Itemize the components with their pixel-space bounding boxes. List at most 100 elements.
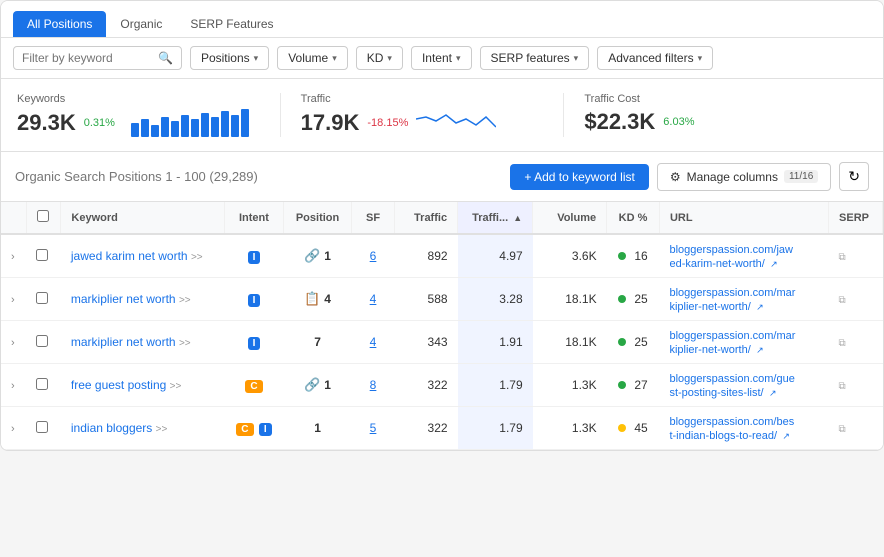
intent-cell: C: [225, 364, 284, 407]
chevron-down-icon: ▾: [332, 53, 337, 64]
url-link[interactable]: bloggerspassion.com/markiplier-net-worth…: [669, 330, 795, 356]
external-link-icon[interactable]: ↗: [756, 345, 764, 355]
col-header-url[interactable]: URL: [659, 202, 828, 234]
intent-filter[interactable]: Intent ▾: [411, 46, 472, 70]
serp-cell: ⧉: [829, 234, 883, 278]
keyword-cell: jawed karim net worth >>: [61, 234, 225, 278]
select-all-checkbox[interactable]: [37, 210, 49, 222]
position-number: 7: [314, 335, 321, 349]
bar: [171, 121, 179, 137]
external-link-icon[interactable]: ↗: [756, 302, 764, 312]
sf-link[interactable]: 4: [370, 335, 377, 349]
url-cell: bloggerspassion.com/markiplier-net-worth…: [659, 321, 828, 364]
row-checkbox[interactable]: [36, 292, 48, 304]
volume-cell: 18.1K: [533, 278, 607, 321]
advanced-filters-button[interactable]: Advanced filters ▾: [597, 46, 713, 70]
chevron-down-icon: ▾: [387, 53, 392, 64]
columns-badge: 11/16: [784, 170, 818, 183]
row-checkbox[interactable]: [36, 335, 48, 347]
row-expand-button[interactable]: ›: [11, 380, 15, 392]
external-link-icon[interactable]: ↗: [769, 388, 777, 398]
row-expand-button[interactable]: ›: [11, 294, 15, 306]
url-link[interactable]: bloggerspassion.com/guest-posting-sites-…: [669, 373, 794, 399]
chevron-down-icon: ▾: [698, 53, 703, 64]
tab-organic[interactable]: Organic: [106, 11, 176, 37]
position-cell: 7: [283, 321, 352, 364]
table-options-button[interactable]: ↻: [839, 162, 869, 191]
external-link-icon[interactable]: ↗: [770, 259, 778, 269]
tab-serp-features[interactable]: SERP Features: [176, 11, 287, 37]
traffic-stat: Traffic 17.9K -18.15%: [301, 93, 565, 137]
traffic-value: 17.9K: [301, 110, 360, 136]
col-header-position[interactable]: Position: [283, 202, 352, 234]
sf-link[interactable]: 4: [370, 292, 377, 306]
keyword-link[interactable]: markiplier net worth >>: [71, 335, 191, 349]
keywords-label: Keywords: [17, 93, 260, 105]
traffic-cell: 588: [394, 278, 457, 321]
manage-columns-button[interactable]: ⚙ Manage columns 11/16: [657, 163, 831, 191]
sf-link[interactable]: 6: [370, 249, 377, 263]
search-input[interactable]: [22, 51, 152, 65]
row-expand-button[interactable]: ›: [11, 337, 15, 349]
col-header-traffic-pct[interactable]: Traffi... ▲: [458, 202, 533, 234]
col-header-keyword[interactable]: Keyword: [61, 202, 225, 234]
keyword-link[interactable]: free guest posting >>: [71, 378, 181, 392]
col-header-volume[interactable]: Volume: [533, 202, 607, 234]
volume-filter[interactable]: Volume ▾: [277, 46, 348, 70]
keyword-link[interactable]: markiplier net worth >>: [71, 292, 191, 306]
add-to-keyword-list-button[interactable]: + Add to keyword list: [510, 164, 648, 190]
intent-filter-label: Intent: [422, 51, 452, 65]
row-checkbox[interactable]: [36, 421, 48, 433]
copy-icon[interactable]: ⧉: [839, 381, 846, 392]
copy-icon[interactable]: ⧉: [839, 252, 846, 263]
col-header-intent[interactable]: Intent: [225, 202, 284, 234]
results-table: Keyword Intent Position SF Traffic Traff…: [1, 202, 883, 450]
url-cell: bloggerspassion.com/jawed-karim-net-wort…: [659, 234, 828, 278]
sf-link[interactable]: 5: [370, 421, 377, 435]
copy-icon[interactable]: ⧉: [839, 295, 846, 306]
tab-all-positions[interactable]: All Positions: [13, 11, 106, 37]
bar: [191, 119, 199, 137]
col-header-traffic[interactable]: Traffic: [394, 202, 457, 234]
intent-cell: I: [225, 278, 284, 321]
serp-features-filter[interactable]: SERP features ▾: [480, 46, 590, 70]
bar: [161, 117, 169, 137]
keyword-cell: markiplier net worth >>: [61, 278, 225, 321]
keyword-link[interactable]: jawed karim net worth >>: [71, 249, 203, 263]
row-checkbox[interactable]: [36, 378, 48, 390]
position-number: 4: [324, 292, 331, 306]
traffic-cell: 322: [394, 407, 457, 450]
traffic-cost-label: Traffic Cost: [584, 93, 827, 105]
keyword-link[interactable]: indian bloggers >>: [71, 421, 167, 435]
url-link[interactable]: bloggerspassion.com/best-indian-blogs-to…: [669, 416, 794, 442]
intent-badge: C: [245, 380, 262, 393]
position-cell: 🔗 1: [283, 234, 352, 278]
table-row: › markiplier net worth >> I 📋 4 4: [1, 278, 883, 321]
row-checkbox[interactable]: [36, 249, 48, 261]
positions-filter[interactable]: Positions ▾: [190, 46, 269, 70]
keywords-stat: Keywords 29.3K 0.31%: [17, 93, 281, 137]
position-square-icon: 📋: [304, 291, 320, 307]
keyword-search-box[interactable]: 🔍: [13, 46, 182, 70]
kd-filter[interactable]: KD ▾: [356, 46, 403, 70]
volume-cell: 3.6K: [533, 234, 607, 278]
traffic-pct-cell: 1.91: [458, 321, 533, 364]
url-cell: bloggerspassion.com/markiplier-net-worth…: [659, 278, 828, 321]
external-link-icon[interactable]: ↗: [782, 431, 790, 441]
copy-icon[interactable]: ⧉: [839, 424, 846, 435]
results-table-wrap: Keyword Intent Position SF Traffic Traff…: [1, 202, 883, 450]
sf-link[interactable]: 8: [370, 378, 377, 392]
copy-icon[interactable]: ⧉: [839, 338, 846, 349]
row-expand-button[interactable]: ›: [11, 423, 15, 435]
traffic-cell: 892: [394, 234, 457, 278]
gear-icon: ⚙: [670, 170, 681, 184]
url-link[interactable]: bloggerspassion.com/markiplier-net-worth…: [669, 287, 795, 313]
section-title: Organic Search Positions 1 - 100 (29,289…: [15, 169, 258, 184]
row-expand-button[interactable]: ›: [11, 251, 15, 263]
position-link-icon: 🔗: [304, 377, 320, 393]
col-header-serp[interactable]: SERP: [829, 202, 883, 234]
section-actions: + Add to keyword list ⚙ Manage columns 1…: [510, 162, 869, 191]
intent-cell: C I: [225, 407, 284, 450]
col-header-kd[interactable]: KD %: [607, 202, 660, 234]
col-header-sf[interactable]: SF: [352, 202, 394, 234]
